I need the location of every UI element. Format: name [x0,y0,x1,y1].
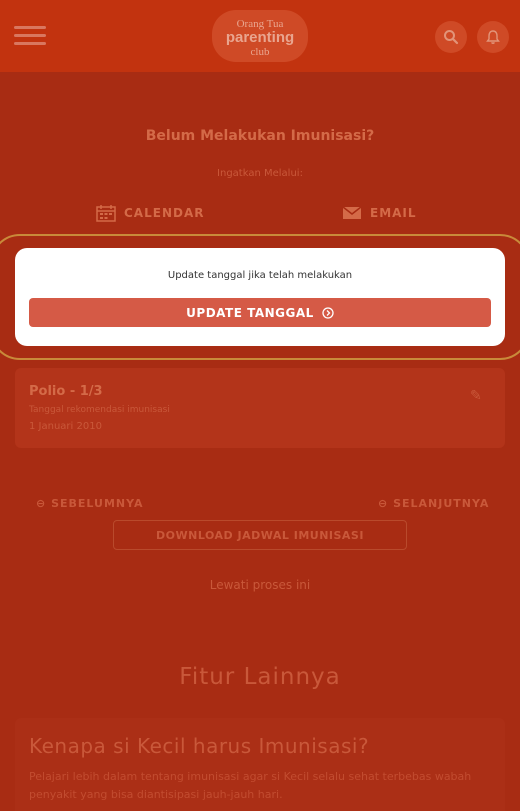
arrow-circle-icon [322,306,334,319]
previous-label: SEBELUMNYA [51,497,144,510]
reminder-question: Belum Melakukan Imunisasi? [145,128,375,144]
search-button[interactable] [435,21,467,53]
vaccine-date: 1 Januari 2010 [29,421,102,432]
modal-message: Update tanggal jika telah melakukan [167,270,353,281]
download-label: DOWNLOAD JADWAL IMUNISASI [156,528,364,542]
update-date-button[interactable]: UPDATE TANGGAL [29,298,491,327]
edit-icon[interactable]: ✎ [470,388,482,404]
remind-label: Ingatkan Melalui: [217,168,303,179]
hamburger-icon[interactable] [14,26,46,46]
feature-card-description: Pelajari lebih dalam tentang imunisasi a… [29,770,472,801]
vaccine-card[interactable]: Polio - 1/3 Tanggal rekomendasi imunisas… [15,368,505,448]
previous-link[interactable]: ⊖ SEBELUMNYA [36,497,144,510]
search-icon [444,30,459,45]
update-date-modal: Update tanggal jika telah melakukan UPDA… [15,248,505,346]
next-arrow-icon: ⊖ [378,497,389,510]
vaccine-subtitle: Tanggal rekomendasi imunisasi [29,405,170,415]
calendar-reminder-button[interactable]: CALENDAR [96,202,204,224]
next-link[interactable]: ⊖ SELANJUTNYA [378,497,489,510]
calendar-label: CALENDAR [124,206,205,220]
prev-arrow-icon: ⊖ [36,497,47,510]
bell-icon [486,30,500,44]
features-section-title: Fitur Lainnya [179,664,341,690]
mail-icon [342,206,362,219]
top-header: Orang Tua parenting club [0,0,520,72]
download-schedule-button[interactable]: DOWNLOAD JADWAL IMUNISASI [113,520,407,550]
feature-card-title: Kenapa si Kecil harus Imunisasi? [29,734,370,758]
skip-process-link[interactable]: Lewati proses ini [0,578,520,592]
vaccine-title: Polio - 1/3 [29,384,103,399]
next-label: SELANJUTNYA [393,497,490,510]
site-logo[interactable]: Orang Tua parenting club [212,10,308,62]
update-date-label: UPDATE TANGGAL [186,305,314,320]
email-label: EMAIL [370,206,417,220]
calendar-icon [96,205,116,222]
notification-button[interactable] [477,21,509,53]
email-reminder-button[interactable]: EMAIL [342,202,417,224]
feature-card[interactable]: Kenapa si Kecil harus Imunisasi? Pelajar… [15,718,505,811]
